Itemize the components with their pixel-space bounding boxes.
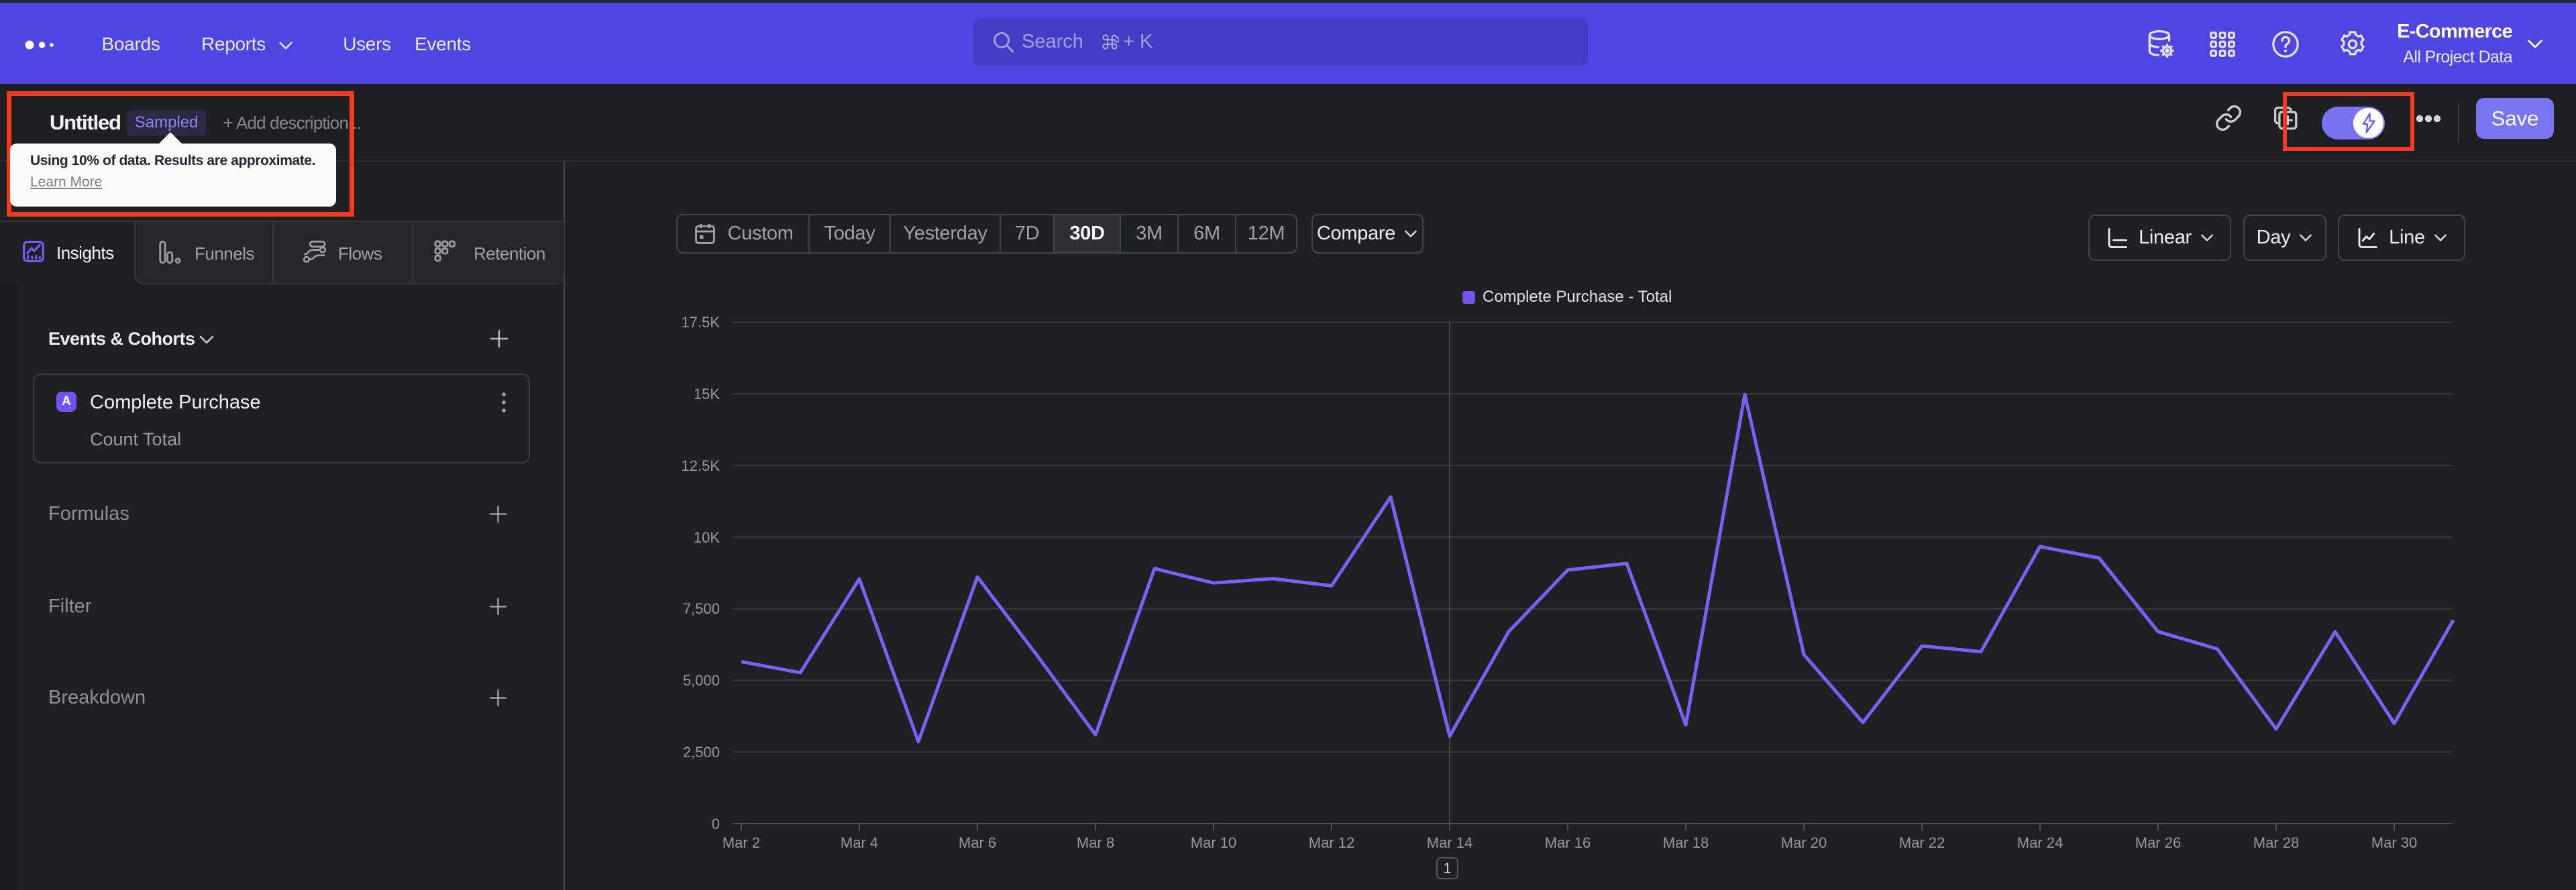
svg-text:17.5K: 17.5K [682, 314, 720, 331]
svg-text:Mar 24: Mar 24 [2017, 834, 2063, 851]
svg-text:Mar 6: Mar 6 [959, 834, 996, 851]
svg-text:Complete Purchase - Total: Complete Purchase - Total [1483, 288, 1672, 306]
svg-text:12.5K: 12.5K [682, 457, 720, 474]
svg-text:Mar 2: Mar 2 [722, 834, 760, 851]
svg-text:2,500: 2,500 [683, 744, 720, 761]
svg-text:Mar 30: Mar 30 [2371, 834, 2417, 851]
svg-text:5,000: 5,000 [683, 672, 720, 689]
svg-text:Mar 20: Mar 20 [1781, 834, 1827, 851]
svg-text:Mar 4: Mar 4 [841, 834, 878, 851]
svg-text:Mar 16: Mar 16 [1545, 834, 1591, 851]
svg-text:Mar 8: Mar 8 [1077, 834, 1114, 851]
svg-text:Mar 12: Mar 12 [1309, 834, 1354, 851]
svg-text:Mar 18: Mar 18 [1663, 834, 1709, 851]
svg-text:Mar 28: Mar 28 [2253, 834, 2299, 851]
svg-text:Mar 26: Mar 26 [2135, 834, 2181, 851]
svg-text:10K: 10K [694, 529, 720, 546]
svg-text:Mar 14: Mar 14 [1427, 834, 1472, 851]
svg-text:15K: 15K [694, 386, 720, 402]
svg-text:Mar 10: Mar 10 [1191, 834, 1236, 851]
svg-text:1: 1 [1443, 860, 1451, 877]
svg-text:Mar 22: Mar 22 [1899, 834, 1945, 851]
svg-text:7,500: 7,500 [683, 600, 720, 617]
svg-text:0: 0 [712, 816, 720, 832]
